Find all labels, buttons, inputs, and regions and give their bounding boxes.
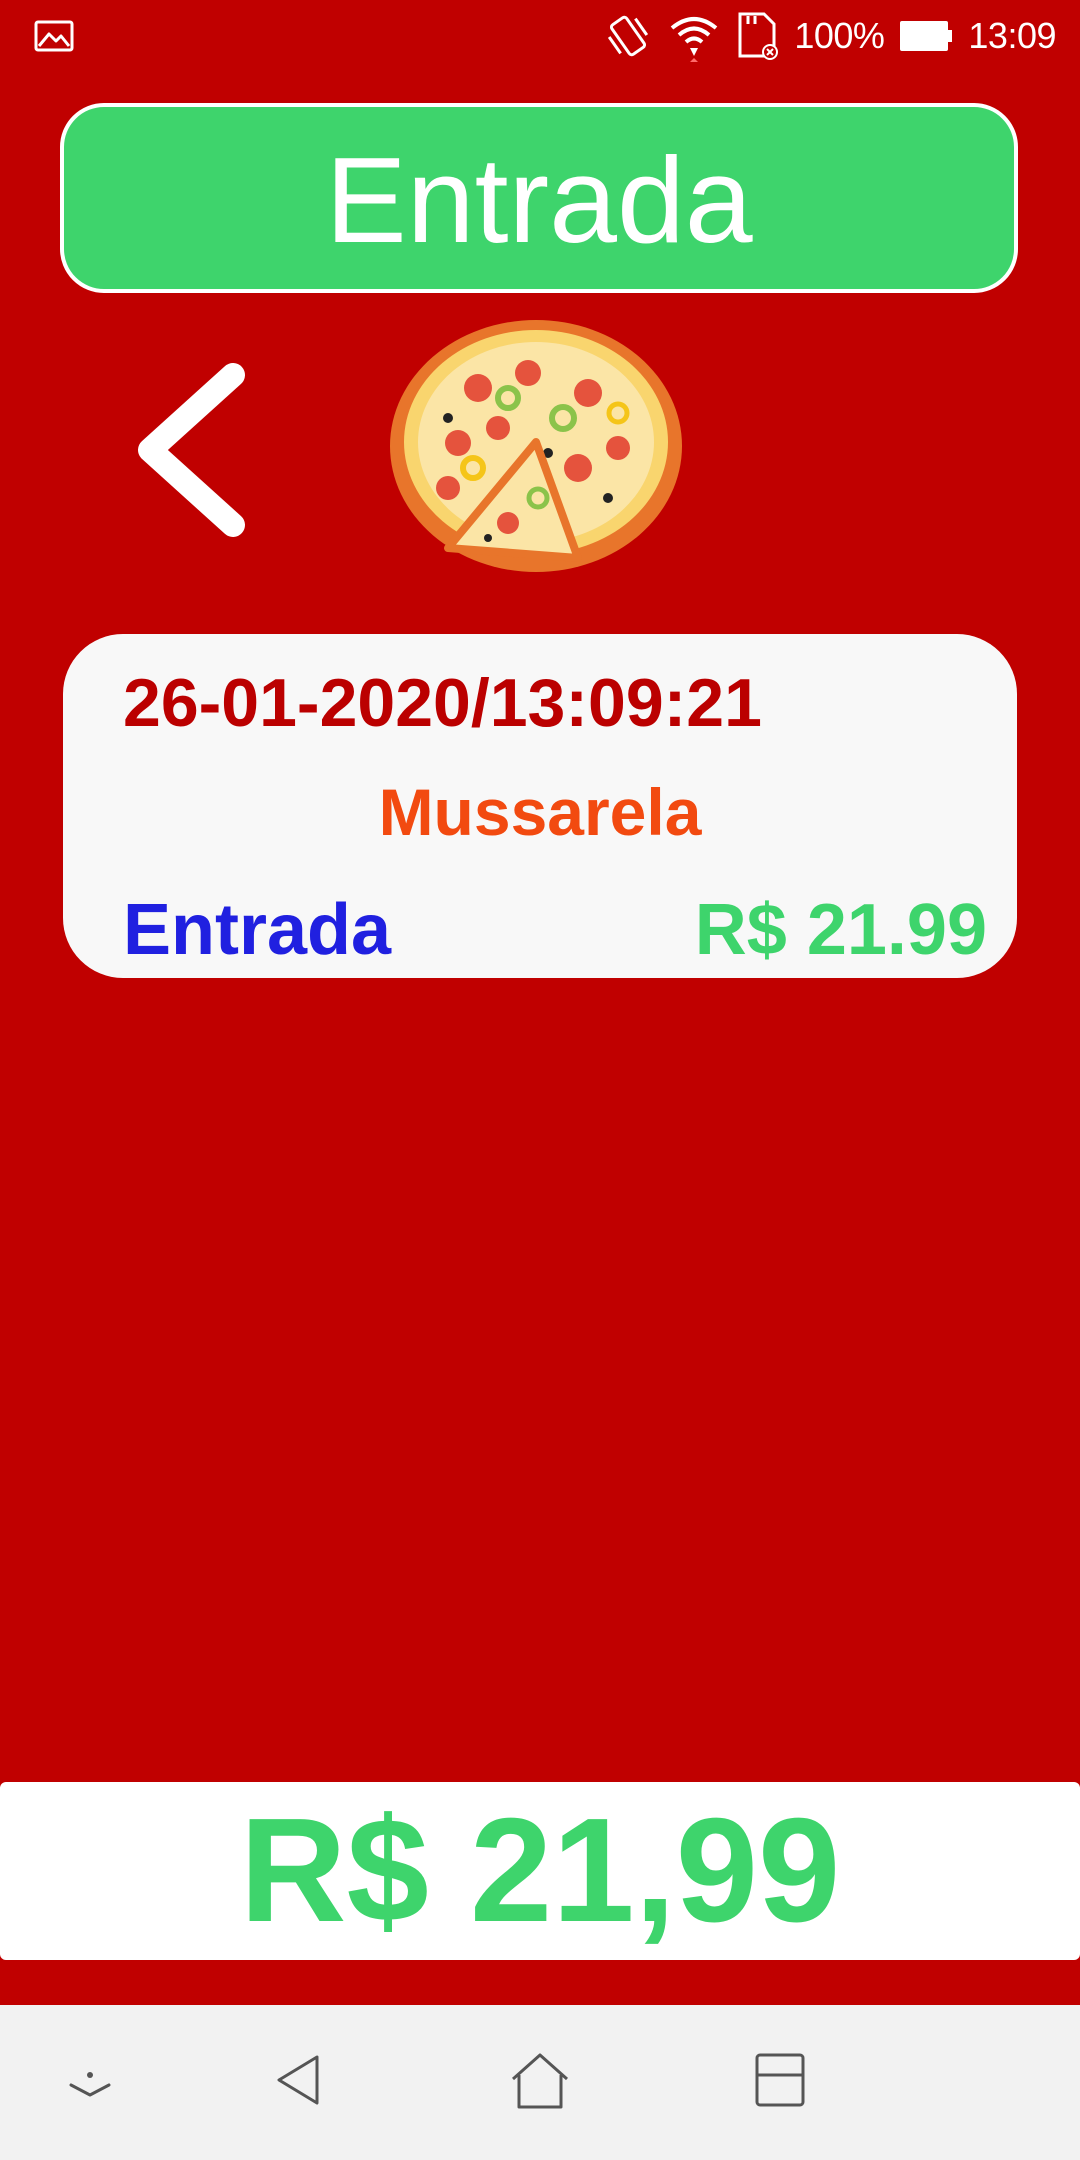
battery-icon — [900, 21, 953, 51]
page-title: Entrada — [325, 132, 753, 268]
nav-recents-icon[interactable] — [745, 2045, 815, 2115]
nav-home-icon[interactable] — [505, 2045, 575, 2115]
status-indicators: 100% 13:09 — [602, 8, 1056, 64]
back-button[interactable] — [128, 360, 268, 540]
page-title-box: Entrada — [60, 103, 1018, 293]
transaction-card[interactable]: 26-01-2020/13:09:21 Mussarela Entrada R$… — [63, 634, 1017, 978]
total-value: R$ 21,99 — [239, 1788, 841, 1953]
sd-card-icon — [738, 12, 779, 60]
pizza-image — [390, 320, 682, 572]
battery-percent: 100% — [794, 15, 885, 56]
wifi-icon — [671, 17, 718, 62]
nav-hide-icon[interactable] — [55, 2045, 125, 2115]
system-nav-bar — [0, 2005, 1080, 2160]
image-icon — [34, 20, 74, 52]
transaction-product: Mussarela — [378, 775, 702, 849]
total-bar: R$ 21,99 — [0, 1782, 1080, 1960]
transaction-type: Entrada — [123, 890, 392, 970]
status-bar: 100% 13:09 — [0, 0, 1080, 72]
nav-back-icon[interactable] — [265, 2045, 335, 2115]
transaction-price: R$ 21.99 — [694, 890, 987, 970]
clock: 13:09 — [968, 15, 1056, 56]
transaction-datetime: 26-01-2020/13:09:21 — [123, 665, 762, 741]
vibrate-icon — [608, 15, 649, 57]
chevron-left-icon — [138, 363, 245, 537]
